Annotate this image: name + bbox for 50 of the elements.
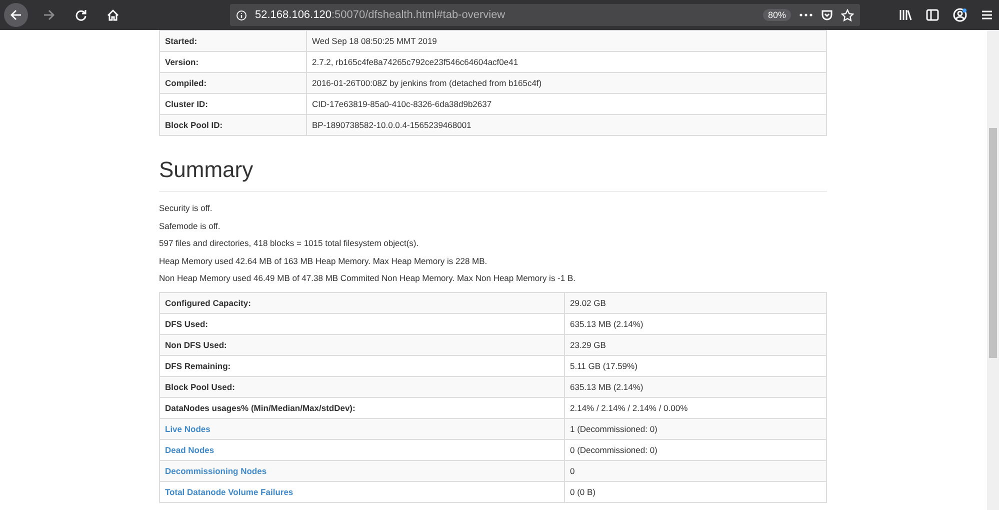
table-cell: Compiled: bbox=[160, 72, 306, 94]
table-cell: 0 (0 B) bbox=[564, 481, 826, 502]
status-text: Heap Memory used 42.64 MB of 163 MB Heap Memory. Max Heap Memory is 228 MB. bbox=[159, 256, 488, 266]
table-cell: Block Pool Used: bbox=[160, 376, 564, 398]
nodes-link[interactable]: Decommissioning Nodes bbox=[165, 466, 267, 476]
table-cell: 635.13 MB (2.14%) bbox=[564, 376, 826, 398]
url-path: :50070/dfshealth.html#tab-overview bbox=[331, 9, 506, 21]
table-cell: BP-1890738582-10.0.0.4-1565239468001 bbox=[306, 114, 826, 136]
pocket-icon[interactable] bbox=[821, 9, 833, 21]
back-arrow-icon bbox=[10, 9, 22, 21]
table-cell: Non DFS Used: bbox=[160, 334, 564, 356]
table-cell: 29.02 GB bbox=[564, 292, 826, 314]
nodes-link[interactable]: Total Datanode Volume Failures bbox=[165, 486, 294, 497]
table-cell: 2.14% / 2.14% / 2.14% / 0.00% bbox=[564, 397, 826, 418]
status-text: Non Heap Memory used 46.49 MB of 47.38 MB Commited Non Heap Memory. Max Non Heap Memory is -1 B. bbox=[159, 274, 577, 284]
back-button[interactable] bbox=[4, 3, 28, 27]
table-cell: DataNodes usages% (Min/Median/Max/stdDev): bbox=[160, 397, 564, 418]
reload-icon bbox=[75, 9, 87, 21]
nodes-link[interactable]: Live Nodes bbox=[165, 424, 210, 434]
table-cell: 5.11 GB (17.59%) bbox=[564, 355, 826, 376]
sidebar-icon[interactable] bbox=[926, 9, 939, 21]
table-cell: DFS Used: bbox=[160, 313, 564, 334]
library-icon[interactable] bbox=[899, 9, 912, 21]
nodes-link[interactable]: Dead Nodes bbox=[165, 444, 214, 455]
table-cell: Configured Capacity: bbox=[160, 292, 564, 314]
table-cell: 1 (Decommissioned: 0) bbox=[564, 418, 826, 440]
table-cell: Block Pool ID: bbox=[160, 114, 306, 136]
info-icon bbox=[236, 10, 247, 20]
section-heading: Summary bbox=[159, 157, 827, 192]
table-cell: Wed Sep 18 08:50:25 MMT 2019 bbox=[306, 30, 826, 52]
more-icon[interactable] bbox=[799, 13, 813, 17]
table-cell: DFS Remaining: bbox=[160, 355, 564, 376]
menu-icon[interactable] bbox=[981, 10, 993, 20]
forward-arrow-icon bbox=[43, 9, 55, 21]
status-text: Security is off. bbox=[159, 204, 214, 214]
table-cell: 2016-01-26T00:08Z by jenkins from (detached from b165c4f) bbox=[306, 72, 826, 94]
star-icon[interactable] bbox=[841, 8, 854, 22]
scrollbar[interactable] bbox=[987, 30, 999, 510]
table-cell: 23.29 GB bbox=[564, 334, 826, 356]
table-cell: 0 bbox=[564, 460, 826, 482]
zoom-button[interactable]: 80% bbox=[762, 9, 791, 21]
address-bar[interactable]: 52.168.106.120:50070/dfshealth.html#tab-overview 80% bbox=[230, 4, 860, 26]
status-text: Safemode is off. bbox=[159, 222, 222, 232]
status-text: 597 files and directories, 418 blocks = 1015 total filesystem object(s). bbox=[159, 239, 420, 249]
account-icon[interactable] bbox=[953, 8, 967, 22]
url-host: 52.168.106.120 bbox=[255, 9, 332, 21]
table-cell: 635.13 MB (2.14%) bbox=[564, 313, 826, 334]
table-cell: 0 (Decommissioned: 0) bbox=[564, 439, 826, 460]
home-icon bbox=[107, 9, 119, 21]
table-cell: Started: bbox=[160, 30, 306, 52]
